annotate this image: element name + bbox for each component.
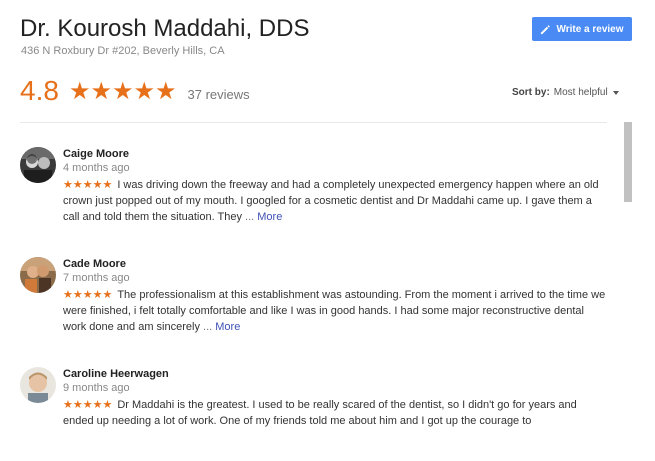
write-review-label: Write a review [556,23,624,35]
review-body: Caige Moore 4 months ago ★★★★★ I was driv… [63,147,608,225]
review-date: 7 months ago [63,272,130,284]
reviewer-name[interactable]: Caige Moore [63,147,608,161]
avatar[interactable] [20,257,56,293]
more-link[interactable]: More [257,211,282,223]
reviews-panel: Dr. Kourosh Maddahi, DDS 436 N Roxbury D… [0,0,655,461]
review-stars: ★★★★★ [63,398,113,411]
review-text-body: Dr Maddahi is the greatest. I used to be… [63,399,577,427]
avatar[interactable] [20,147,56,183]
rating-score: 4.8 [20,75,59,106]
review-text: ★★★★★ The professionalism at this establi… [63,287,608,335]
sort-label: Sort by: [512,87,550,98]
reviewer-name[interactable]: Cade Moore [63,257,608,271]
pencil-icon [540,24,551,35]
reviewer-name[interactable]: Caroline Heerwagen [63,367,608,381]
review-stars: ★★★★★ [63,288,113,301]
chevron-down-icon [612,91,619,95]
review-body: Caroline Heerwagen 9 months ago ★★★★★ Dr … [63,367,608,429]
rating-summary: 4.8 ★★★★★ 37 reviews [20,74,250,108]
review-stars: ★★★★★ [63,178,113,191]
ellipsis: ... [203,321,213,333]
review-text-body: I was driving down the freeway and had a… [63,179,599,223]
ellipsis: ... [245,211,255,223]
rating-stars: ★★★★★ [68,77,177,105]
review-text: ★★★★★ Dr Maddahi is the greatest. I used … [63,397,608,429]
review-text: ★★★★★ I was driving down the freeway and … [63,177,608,225]
review-date: 9 months ago [63,382,130,394]
scrollbar-thumb[interactable] [624,122,632,202]
review-count: 37 reviews [187,86,250,102]
sort-value: Most helpful [553,87,608,98]
business-name: Dr. Kourosh Maddahi, DDS [20,15,310,42]
review-text-body: The professionalism at this establishmen… [63,289,606,333]
write-review-button[interactable]: Write a review [532,17,632,41]
avatar[interactable] [20,367,56,403]
divider [20,122,607,123]
business-address: 436 N Roxbury Dr #202, Beverly Hills, CA [21,45,225,57]
review-body: Cade Moore 7 months ago ★★★★★ The profess… [63,257,608,335]
review-date: 4 months ago [63,162,130,174]
sort-dropdown[interactable]: Sort by: Most helpful [512,87,619,98]
more-link[interactable]: More [215,321,240,333]
